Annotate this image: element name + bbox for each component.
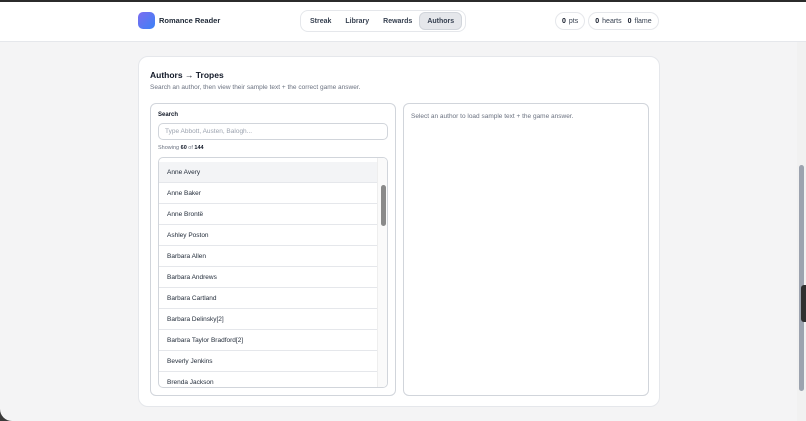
flame-label: flame — [634, 17, 652, 25]
panel-title: Authors → Tropes — [150, 70, 224, 80]
points-badge: 0 pts — [555, 12, 586, 30]
brand-name: Romance Reader — [159, 16, 221, 25]
count-prefix: Showing — [158, 145, 180, 151]
count-shown: 60 — [180, 145, 187, 151]
panel-subtitle: Search an author, then view their sample… — [150, 84, 361, 91]
author-item[interactable]: Barbara Allen — [159, 246, 380, 267]
points-label: pts — [568, 17, 579, 25]
stats-bar: 0 pts 0 hearts 0 flame — [555, 12, 659, 30]
tab-streak[interactable]: Streak — [303, 12, 338, 30]
flame-value: 0 — [627, 17, 632, 25]
window-corner — [0, 409, 12, 421]
author-detail-card: Select an author to load sample text + t… — [403, 103, 649, 396]
author-item[interactable]: Brenda Jackson — [159, 372, 380, 387]
author-search-card: Search Showing 60 of 144 Anne Avery Anne… — [150, 103, 396, 396]
list-scrollbar-thumb[interactable] — [381, 185, 386, 226]
app-header: Romance Reader Streak Library Rewards Au… — [0, 2, 806, 42]
tab-authors[interactable]: Authors — [419, 12, 463, 30]
authors-panel: Authors → Tropes Search an author, then … — [138, 56, 660, 407]
page-scrollbar-thumb[interactable] — [799, 165, 804, 391]
count-total: 144 — [194, 145, 204, 151]
author-search-input[interactable] — [158, 123, 388, 140]
author-item[interactable]: Anne Avery — [159, 162, 380, 183]
hearts-value: 0 — [595, 17, 600, 25]
brand[interactable]: Romance Reader — [138, 12, 220, 29]
tab-library[interactable]: Library — [338, 12, 376, 30]
points-value: 0 — [562, 17, 566, 25]
detail-empty-message: Select an author to load sample text + t… — [411, 113, 574, 120]
app-logo-icon — [138, 12, 155, 29]
author-item[interactable]: Barbara Delinsky[2] — [159, 309, 380, 330]
search-label: Search — [158, 112, 179, 118]
window-edge-handle — [801, 285, 806, 322]
author-item[interactable]: Beverly Jenkins — [159, 351, 380, 372]
main-nav: Streak Library Rewards Authors — [300, 10, 466, 32]
author-list[interactable]: Anne Avery Anne Baker Anne Brontë Ashley… — [158, 157, 388, 388]
author-item[interactable]: Anne Baker — [159, 183, 380, 204]
author-item[interactable]: Anne Brontë — [159, 204, 380, 225]
tab-rewards[interactable]: Rewards — [376, 12, 419, 30]
author-item[interactable]: Barbara Cartland — [159, 288, 380, 309]
count-of: of — [188, 145, 193, 151]
hearts-label: hearts — [602, 17, 622, 25]
hearts-flame-badge: 0 hearts 0 flame — [588, 12, 659, 30]
author-item[interactable]: Barbara Taylor Bradford[2] — [159, 330, 380, 351]
result-count: Showing 60 of 144 — [158, 145, 204, 151]
author-item[interactable]: Ashley Poston — [159, 225, 380, 246]
author-item[interactable]: Barbara Andrews — [159, 267, 380, 288]
